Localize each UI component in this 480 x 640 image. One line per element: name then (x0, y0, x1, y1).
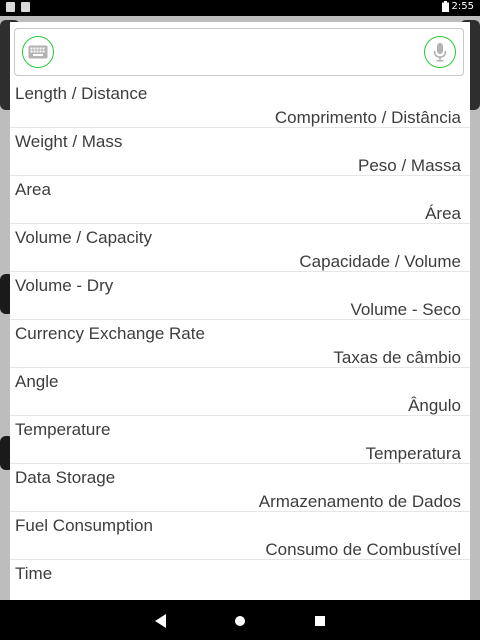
home-button[interactable] (234, 613, 246, 632)
list-item-length-distance[interactable]: Length / Distance Comprimento / Distânci… (10, 80, 470, 128)
item-label-en: Currency Exchange Rate (15, 324, 205, 343)
item-label-pt: Comprimento / Distância (274, 108, 461, 127)
list-item-time[interactable]: Time (10, 560, 470, 600)
unit-category-dialog: Length / Distance Comprimento / Distânci… (10, 22, 470, 600)
image-icon (21, 2, 30, 12)
item-label-pt: Capacidade / Volume (299, 252, 461, 271)
back-icon (155, 614, 166, 628)
item-label-pt: Temperatura (365, 444, 461, 463)
list-item-angle[interactable]: Angle Ângulo (10, 368, 470, 416)
list-item-fuel-consumption[interactable]: Fuel Consumption Consumo de Combustível (10, 512, 470, 560)
list-item-volume-dry[interactable]: Volume - Dry Volume - Seco (10, 272, 470, 320)
back-button[interactable] (155, 613, 167, 632)
list-item-area[interactable]: Area Área (10, 176, 470, 224)
navigation-bar (0, 600, 480, 640)
list-item-data-storage[interactable]: Data Storage Armazenamento de Dados (10, 464, 470, 512)
category-list: Length / Distance Comprimento / Distânci… (10, 80, 470, 600)
home-icon (235, 616, 245, 626)
item-label-pt: Peso / Massa (358, 156, 461, 175)
item-label-en: Angle (15, 372, 59, 391)
item-label-pt: Taxas de câmbio (333, 348, 461, 367)
item-label-en: Fuel Consumption (15, 516, 153, 535)
recents-button[interactable] (314, 613, 326, 632)
status-right: 2:55 (441, 1, 474, 12)
item-label-pt: Volume - Seco (350, 300, 461, 319)
item-label-pt: Consumo de Combustível (265, 540, 461, 559)
item-label-en: Volume / Capacity (15, 228, 153, 247)
item-label-pt: Área (425, 204, 461, 223)
keyboard-icon (28, 45, 48, 59)
microphone-icon (433, 43, 447, 62)
status-time: 2:55 (451, 1, 474, 12)
item-label-en: Data Storage (15, 468, 116, 487)
item-label-en: Weight / Mass (15, 132, 123, 151)
item-label-en: Temperature (15, 420, 111, 439)
item-label-en: Time (15, 564, 53, 583)
list-item-temperature[interactable]: Temperature Temperatura (10, 416, 470, 464)
status-bar: 2:55 (0, 0, 480, 16)
list-item-volume-capacity[interactable]: Volume / Capacity Capacidade / Volume (10, 224, 470, 272)
microphone-button[interactable] (424, 36, 456, 68)
item-label-en: Length / Distance (15, 84, 148, 103)
list-item-weight-mass[interactable]: Weight / Mass Peso / Massa (10, 128, 470, 176)
notification-icons (6, 2, 30, 12)
search-input[interactable] (65, 39, 419, 67)
item-label-pt: Armazenamento de Dados (258, 492, 461, 511)
keyboard-button[interactable] (22, 36, 54, 68)
item-label-en: Area (15, 180, 51, 199)
item-label-en: Volume - Dry (15, 276, 114, 295)
item-label-pt: Ângulo (408, 396, 461, 415)
sd-card-icon (6, 2, 15, 12)
list-item-currency-exchange-rate[interactable]: Currency Exchange Rate Taxas de câmbio (10, 320, 470, 368)
recents-icon (315, 616, 325, 626)
battery-icon (441, 1, 449, 12)
search-box (14, 28, 464, 76)
